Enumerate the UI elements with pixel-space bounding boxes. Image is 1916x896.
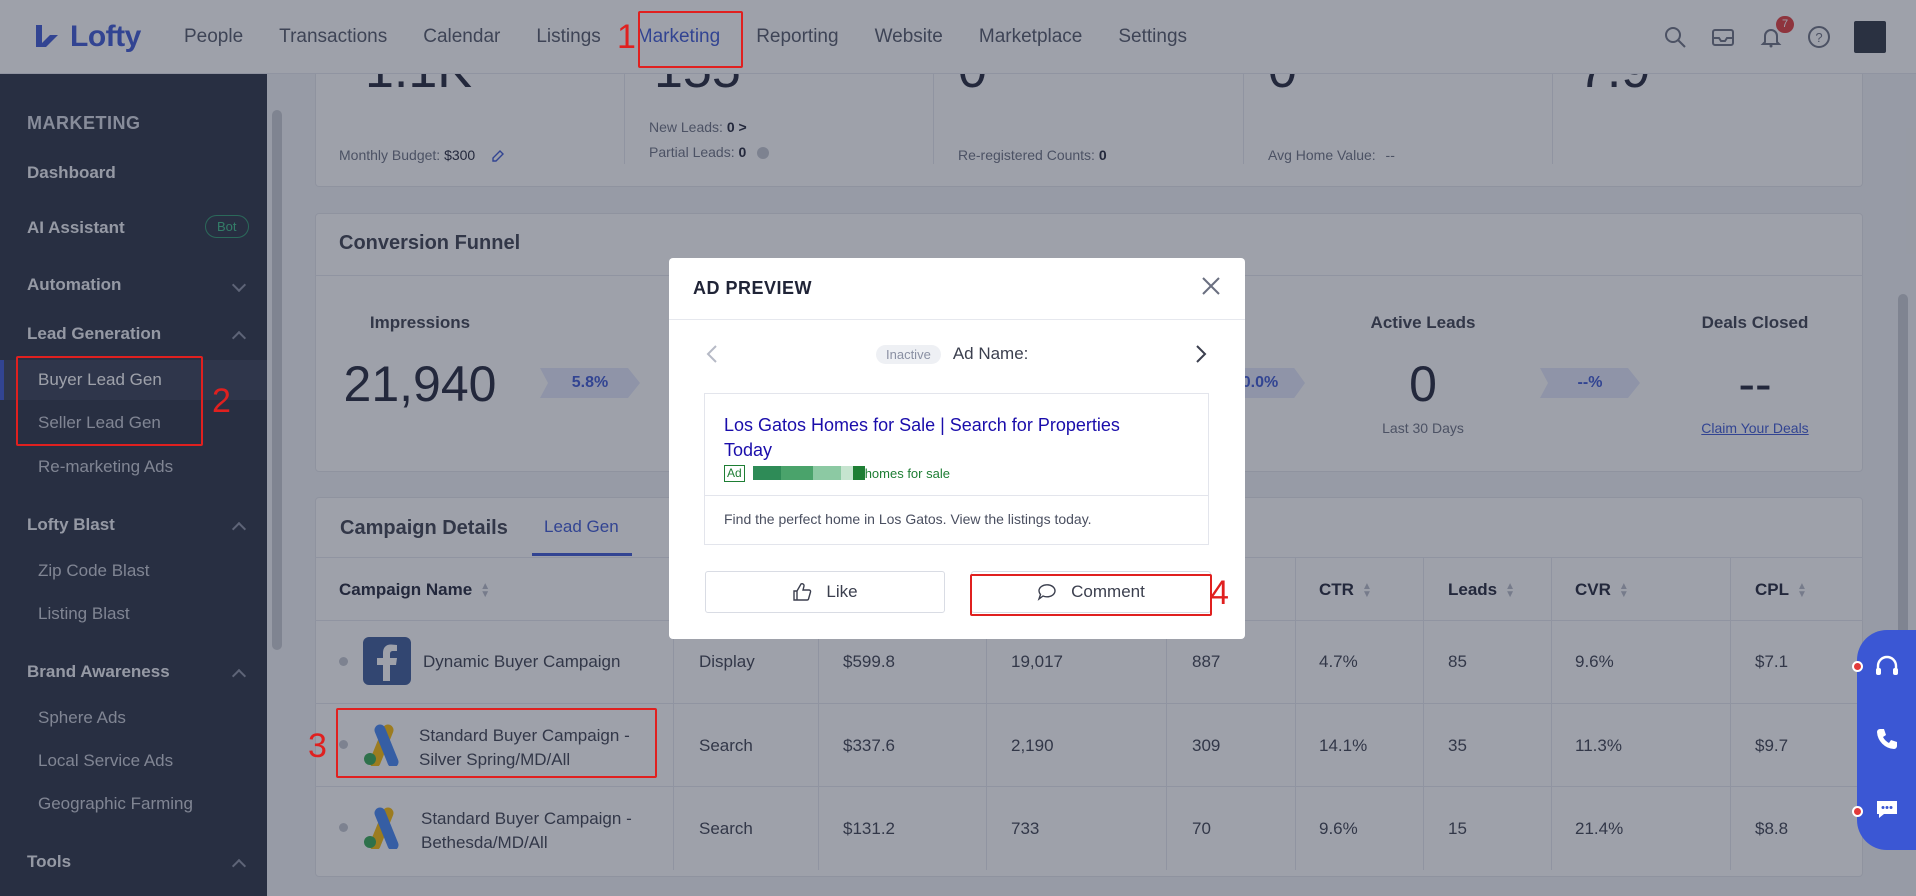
ad-preview-box: Los Gatos Homes for Sale | Search for Pr… — [704, 393, 1209, 545]
chevron-left-icon[interactable] — [705, 344, 719, 364]
annotation-number-4: 4 — [1210, 574, 1229, 612]
ad-name-row: Inactive Ad Name: — [876, 344, 1028, 364]
like-label: Like — [826, 582, 858, 601]
thumbs-up-icon — [793, 583, 812, 601]
ad-divider — [705, 495, 1208, 496]
annotation-number-2: 2 — [212, 382, 231, 420]
notification-dot — [1852, 806, 1863, 817]
ad-description: Find the perfect home in Los Gatos. View… — [724, 511, 1092, 527]
phone-icon[interactable] — [1874, 726, 1900, 752]
close-icon[interactable] — [1199, 274, 1223, 298]
notification-dot — [1852, 661, 1863, 672]
annotation-number-1: 1 — [617, 18, 636, 56]
annotation-box-3 — [336, 708, 657, 778]
chevron-right-icon[interactable] — [1194, 344, 1208, 364]
floating-contact-bar — [1857, 630, 1916, 850]
annotation-box-1 — [638, 11, 743, 68]
chat-icon[interactable] — [1874, 796, 1900, 822]
ad-name-label: Ad Name: — [952, 344, 1029, 363]
like-button[interactable]: Like — [705, 571, 945, 613]
status-badge: Inactive — [876, 344, 941, 364]
support-headset-icon[interactable] — [1874, 654, 1900, 680]
modal-title: AD PREVIEW — [693, 278, 813, 298]
redacted-url-bar — [752, 466, 865, 480]
modal-divider — [669, 319, 1245, 320]
annotation-box-4 — [970, 574, 1212, 616]
ad-headline[interactable]: Los Gatos Homes for Sale | Search for Pr… — [724, 413, 1164, 463]
ad-display-url: homes for sale — [864, 465, 950, 481]
annotation-box-2 — [16, 356, 203, 446]
ad-display-url-row: Ad homes for sale — [724, 464, 950, 482]
annotation-number-3: 3 — [308, 727, 327, 765]
ad-tag: Ad — [724, 464, 745, 482]
